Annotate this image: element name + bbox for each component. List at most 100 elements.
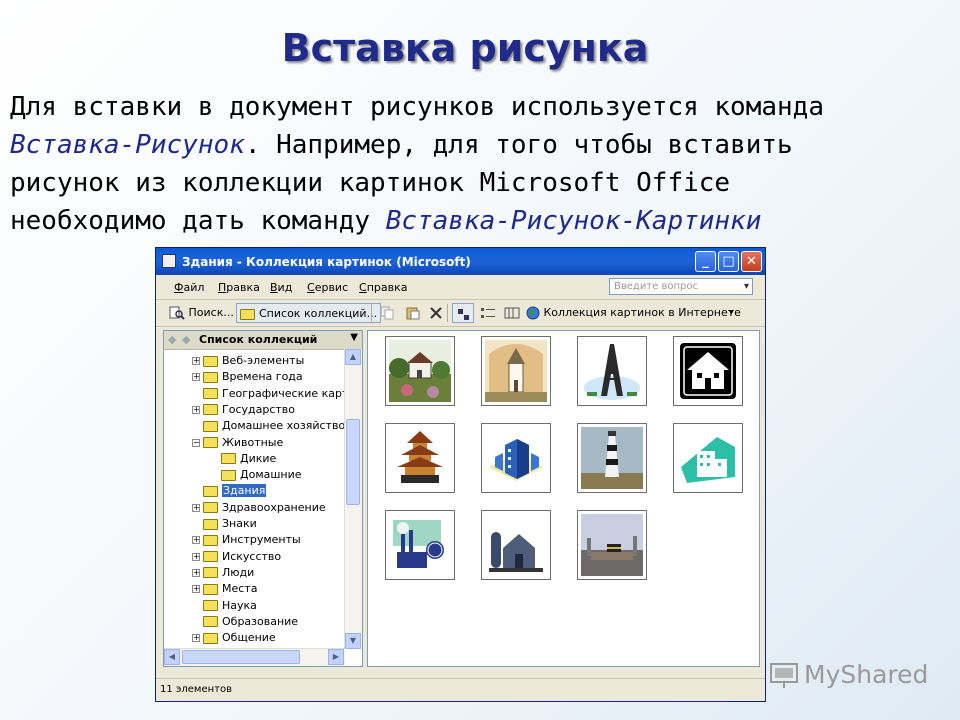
clipart-thumbnails-pane [367,330,760,667]
collection-list-title: Список коллекций [199,333,318,346]
tree-horizontal-scrollbar[interactable]: ◀ ▶ [164,648,345,666]
clipart-thumbnail[interactable] [481,510,551,580]
clipart-thumbnail[interactable] [673,336,743,406]
tree-item[interactable]: + Времена года [192,369,303,385]
tree-item[interactable]: Домашние [210,467,302,483]
close-button[interactable]: ✕ [741,251,762,272]
menu-bar: Файл Правка Вид Сервис Справка Введите в… [156,275,765,300]
expand-icon[interactable]: + [192,552,200,561]
menu-file[interactable]: Файл [174,281,204,294]
menu-view[interactable]: Вид [270,281,292,294]
toolbar-options-button[interactable]: ▾ [726,303,737,323]
tree-item-label: Знаки [222,517,257,530]
folder-icon [203,371,218,383]
tree-item[interactable]: + Инструменты [192,532,301,548]
clipart-thumbnail[interactable] [673,423,743,493]
toolbar-separator [371,304,372,322]
tree-item[interactable]: + Люди [192,565,254,581]
expand-icon[interactable]: + [192,585,200,594]
folder-icon [203,534,218,546]
expand-icon[interactable]: + [192,568,200,577]
back-arrow-icon[interactable]: ◆ [168,333,176,346]
tree-item[interactable]: Наука [192,598,257,614]
list-view-button[interactable] [477,303,499,323]
scroll-thumb[interactable] [346,419,360,505]
maximize-button[interactable]: □ [718,251,739,272]
minimize-button[interactable]: _ [695,251,716,272]
paste-button[interactable] [402,303,424,323]
office-building-icon [485,427,547,489]
lighthouse-icon [581,427,643,489]
tree-item-label: Места [222,582,258,596]
body-line-3: рисунок из коллекции картинок Microsoft … [10,168,731,198]
tree-item[interactable]: + Места [192,581,257,597]
tree-item-label: Животные [222,435,284,449]
forward-arrow-icon[interactable]: ◆ [182,333,190,346]
window-title: Здания - Коллекция картинок (Microsoft) [182,255,471,269]
tree-item[interactable]: Здания [192,483,267,499]
expand-icon[interactable]: + [192,405,200,414]
expand-icon[interactable]: + [192,503,200,512]
clipart-thumbnail[interactable] [385,510,455,580]
scroll-up-icon[interactable]: ▲ [345,349,361,365]
clipart-thumbnail[interactable] [385,336,455,406]
tree-item[interactable]: + Общение [192,630,276,645]
tree-item-label: Веб-элементы [222,354,305,367]
clipart-thumbnail[interactable] [577,510,647,580]
tree-item[interactable]: Домашнее хозяйство [192,418,344,434]
window-titlebar[interactable]: Здания - Коллекция картинок (Microsoft) … [156,248,765,275]
scroll-right-icon[interactable]: ▶ [328,649,344,665]
clipart-thumbnail[interactable] [385,423,455,493]
delete-button[interactable] [426,303,446,323]
ask-question-input[interactable]: Введите вопрос ▾ [609,278,753,295]
expand-icon[interactable]: + [192,536,200,545]
collapse-icon[interactable]: − [192,438,200,447]
details-view-icon [504,307,520,319]
tree-item[interactable]: + Государство [192,402,295,418]
list-view-icon [481,308,495,318]
menu-help[interactable]: Справка [359,281,407,294]
tree-item[interactable]: Дикие [210,451,276,467]
watermark-logo: MyShared [770,658,928,692]
folder-icon [203,437,218,448]
menu-tools[interactable]: Сервис [307,281,348,294]
tree-item-label: Государство [222,402,295,416]
clipart-thumbnail[interactable] [577,423,647,493]
collection-list-button[interactable]: Список коллекций... [236,303,382,323]
tree-item[interactable]: + Веб-элементы [192,353,304,369]
menu-tools-label: ервис [314,281,349,294]
web-collection-button[interactable]: Коллекция картинок в Интернете [523,303,744,323]
expand-icon[interactable]: + [192,634,200,643]
tree-item[interactable]: Географические карт [192,386,344,402]
chevron-down-icon: ▾ [743,281,749,292]
chevron-down-icon[interactable]: ▼ [350,332,358,343]
clipart-thumbnail[interactable] [481,423,551,493]
scroll-thumb[interactable] [182,650,300,664]
tree-item-label: Домашнее хозяйство [222,419,344,433]
tree-item[interactable]: + Искусство [192,549,281,565]
tree-item[interactable]: + Здравоохранение [192,500,326,516]
tree-item[interactable]: Знаки [192,516,257,532]
expand-icon[interactable]: + [192,373,200,382]
tree-item[interactable]: − Животные [192,435,283,451]
globe-icon [526,306,540,320]
tree-item[interactable]: Образование [192,614,298,630]
house-sign-icon [677,340,739,402]
copy-icon [380,306,394,320]
search-button[interactable]: Поиск... [166,303,237,323]
search-icon [169,306,185,320]
scroll-down-icon[interactable]: ▼ [345,633,361,649]
tree-vertical-scrollbar[interactable]: ▲ ▼ [344,349,362,649]
tree-item-label: Наука [222,598,257,612]
expand-icon[interactable]: + [192,357,200,365]
slide-title: Вставка рисунка [281,26,649,70]
thumbnails-view-button[interactable] [452,303,474,323]
scroll-left-icon[interactable]: ◀ [164,649,180,665]
clipart-thumbnail[interactable] [481,336,551,406]
menu-edit[interactable]: Правка [218,281,260,294]
details-view-button[interactable] [501,303,523,323]
copy-button[interactable] [377,303,399,323]
folder-icon [203,616,218,628]
clipart-thumbnail[interactable] [577,336,647,406]
folder-icon [203,404,218,416]
